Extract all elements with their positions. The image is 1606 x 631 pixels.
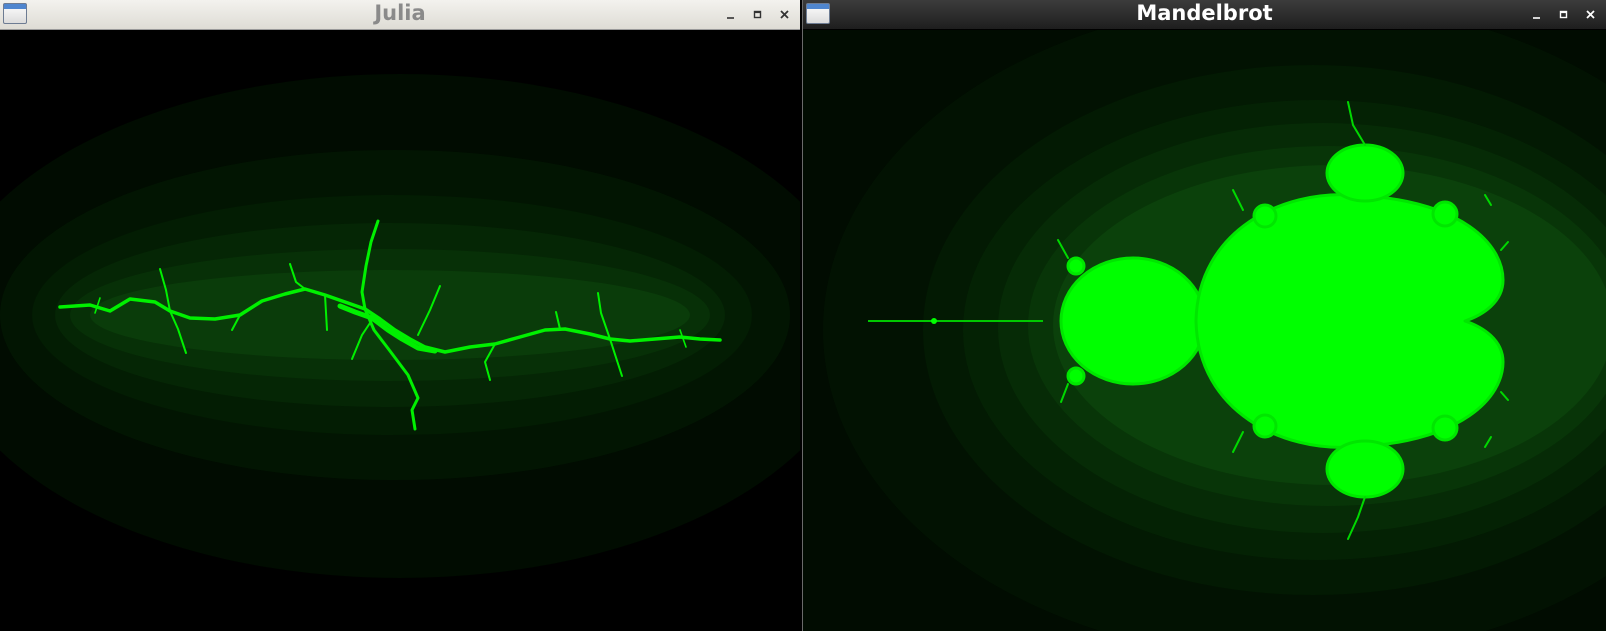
julia-window[interactable]: Julia [0,0,800,631]
julia-canvas[interactable] [0,30,800,631]
mandelbrot-window[interactable]: Mandelbrot [802,0,1606,631]
maximize-icon[interactable] [1556,7,1571,22]
julia-titlebar[interactable]: Julia [0,0,800,30]
window-controls [723,0,792,29]
julia-fractal-image [0,30,800,631]
close-icon[interactable] [1583,7,1598,22]
close-icon[interactable] [777,7,792,22]
maximize-icon[interactable] [750,7,765,22]
minimize-icon[interactable] [1529,7,1544,22]
window-controls [1529,0,1598,29]
mandelbrot-canvas[interactable] [803,30,1606,631]
mandelbrot-fractal-image [803,30,1606,631]
window-title: Julia [374,1,426,25]
minimize-icon[interactable] [723,7,738,22]
mandelbrot-titlebar[interactable]: Mandelbrot [803,0,1606,30]
window-title: Mandelbrot [1136,1,1273,25]
